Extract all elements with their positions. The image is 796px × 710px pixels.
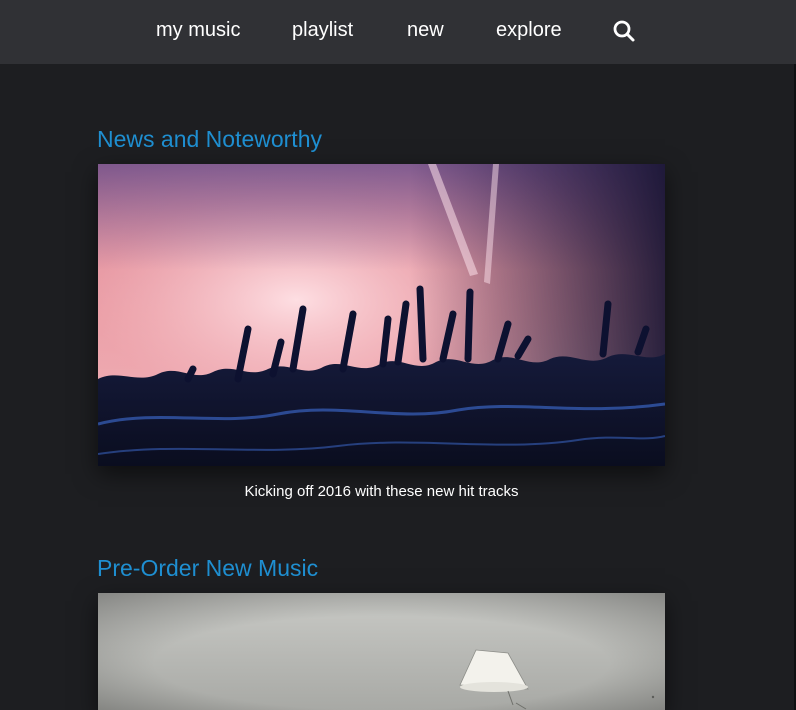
nav-playlist[interactable]: playlist <box>292 18 353 42</box>
section-title-preorder[interactable]: Pre-Order New Music <box>97 554 318 582</box>
concert-crowd-image[interactable] <box>98 164 665 466</box>
nav-new[interactable]: new <box>407 18 444 42</box>
search-icon[interactable] <box>612 19 636 43</box>
section-title-news[interactable]: News and Noteworthy <box>97 125 322 153</box>
top-navbar: my music playlist new explore <box>0 0 796 64</box>
hero-caption[interactable]: Kicking off 2016 with these new hit trac… <box>98 483 665 501</box>
nav-my-music[interactable]: my music <box>156 18 240 42</box>
floating-lamp-image[interactable] <box>98 593 665 710</box>
nav-explore[interactable]: explore <box>496 18 562 42</box>
